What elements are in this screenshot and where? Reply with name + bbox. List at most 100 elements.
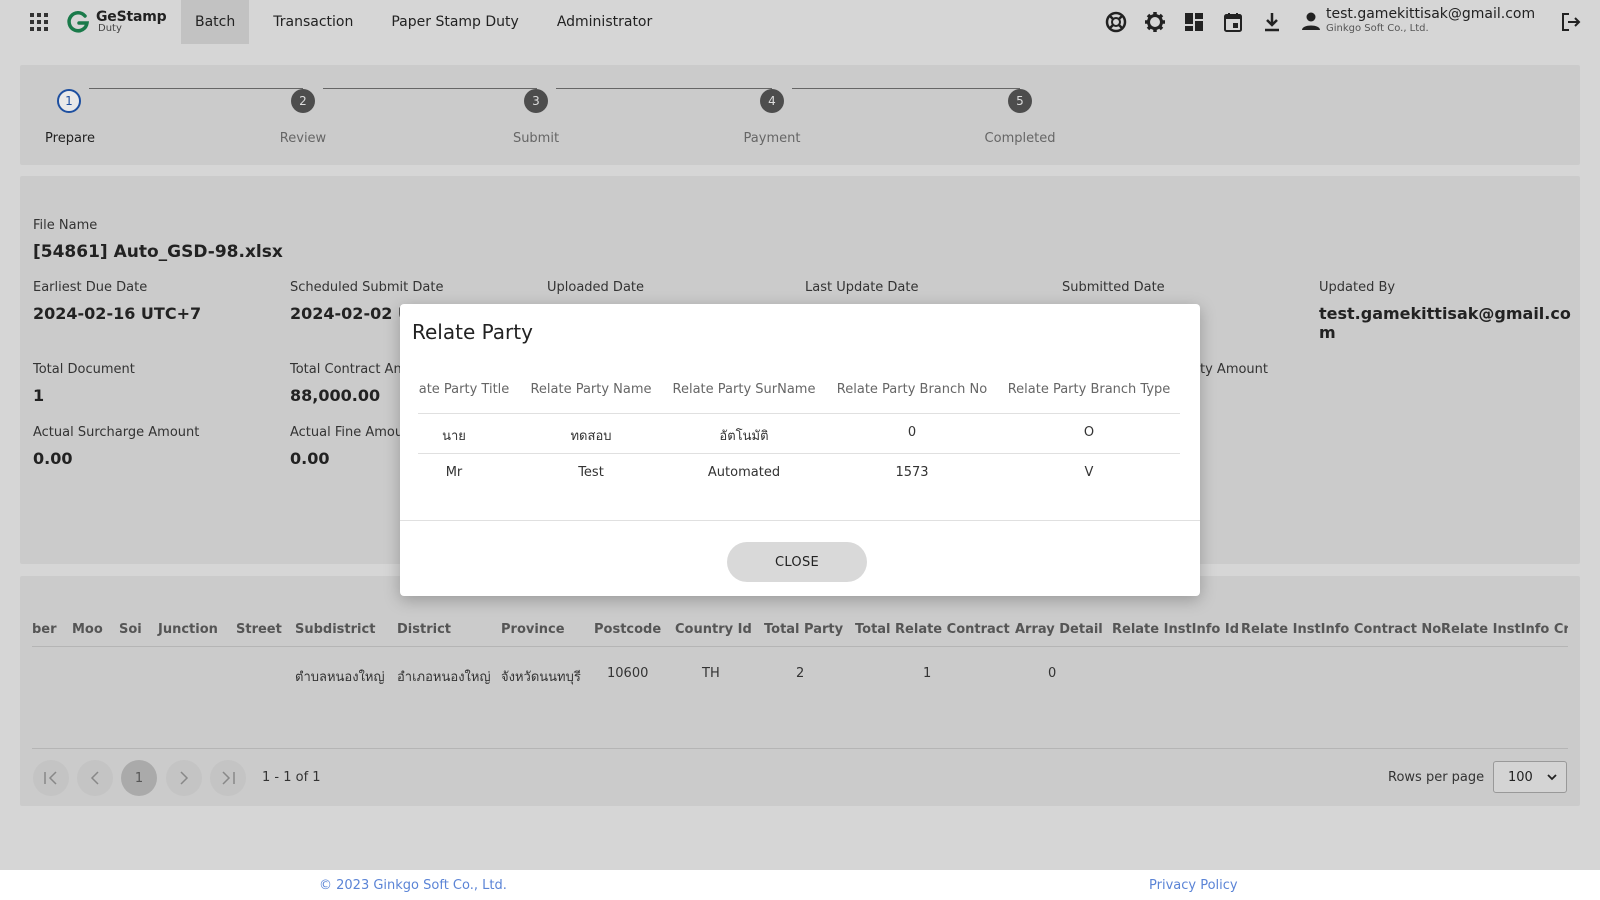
col-array-detail: Array Detail	[1015, 622, 1103, 637]
cell-party-surname: อัตโนมัติ	[719, 429, 769, 444]
col-district: District	[397, 622, 451, 637]
cell-party-name: Test	[578, 465, 604, 480]
col-moo: Moo	[72, 622, 103, 637]
duty-amount-label: ty Amount	[1200, 362, 1269, 377]
page-1-button[interactable]: 1	[121, 760, 157, 796]
earliest-due-date-value: 2024-02-16 UTC+7	[33, 304, 202, 323]
total-document-value: 1	[33, 386, 45, 405]
cell-party-branch-no: 1573	[895, 465, 929, 480]
support-icon[interactable]	[1104, 10, 1128, 34]
top-icons	[1104, 10, 1299, 34]
close-button[interactable]: CLOSE	[727, 542, 867, 582]
cell-subdistrict: ตำบลหนองใหญ่	[295, 670, 385, 685]
user-menu[interactable]: test.gamekittisak@gmail.com Ginkgo Soft …	[1300, 6, 1535, 34]
col-relate-party-branch-no: Relate Party Branch No	[836, 382, 988, 397]
actual-fine-value: 0.00	[290, 449, 330, 468]
col-relate-instinfo-contract-no: Relate InstInfo Contract No.	[1241, 622, 1447, 637]
step-3-label: Submit	[512, 131, 560, 146]
col-postcode: Postcode	[594, 622, 662, 637]
top-bar: GeStamp Duty Batch Transaction Paper Sta…	[0, 0, 1600, 44]
logo[interactable]: GeStamp Duty	[66, 6, 167, 38]
col-subdistrict: Subdistrict	[295, 622, 376, 637]
file-name-value: [54861] Auto_GSD-98.xlsx	[33, 242, 283, 262]
cell-party-surname: Automated	[707, 465, 781, 480]
col-junction: Junction	[158, 622, 218, 637]
step-4-label: Payment	[743, 131, 801, 146]
col-soi: Soi	[119, 622, 142, 637]
cell-party-title: Mr	[445, 465, 463, 480]
updated-by-value: test.gamekittisak@gmail.co	[1319, 304, 1571, 323]
file-name-label: File Name	[33, 218, 98, 233]
privacy-policy-link[interactable]: Privacy Policy	[1149, 878, 1238, 893]
col-relate-party-name: Relate Party Name	[530, 382, 652, 397]
first-page-button[interactable]	[33, 760, 69, 796]
cell-party-title: นาย	[442, 429, 466, 444]
pager-range: 1 - 1 of 1	[262, 770, 321, 785]
step-5-label: Completed	[984, 131, 1056, 146]
nav-paper-stamp-duty[interactable]: Paper Stamp Duty	[377, 0, 532, 44]
step-connector	[89, 88, 303, 89]
detail-table-panel: ber Moo Soi Junction Street Subdistrict …	[20, 576, 1580, 806]
user-icon	[1302, 12, 1320, 30]
step-1-label: Prepare	[45, 131, 95, 146]
col-relate-instinfo-cred: Relate InstInfo Cred	[1441, 622, 1568, 637]
scheduled-submit-date-label: Scheduled Submit Date	[290, 280, 444, 295]
copyright-text: © 2023 Ginkgo Soft Co., Ltd.	[319, 878, 507, 893]
step-2-circle: 2	[291, 89, 315, 113]
dialog-row-divider	[418, 453, 1180, 454]
nav-administrator[interactable]: Administrator	[543, 0, 666, 44]
cell-total-relate-contract: 1	[923, 666, 932, 681]
main-nav: Batch Transaction Paper Stamp Duty Admin…	[181, 0, 676, 44]
col-street: Street	[236, 622, 282, 637]
updated-by-label: Updated By	[1319, 280, 1396, 295]
dashboard-icon[interactable]	[1182, 10, 1206, 34]
total-contract-amount-value: 88,000.00	[290, 386, 381, 405]
actual-surcharge-label: Actual Surcharge Amount	[33, 425, 200, 440]
col-country-id: Country Id	[675, 622, 752, 637]
step-2-label: Review	[279, 131, 327, 146]
submitted-date-label: Submitted Date	[1062, 280, 1165, 295]
table-header-divider	[32, 646, 1568, 647]
col-total-party: Total Party	[764, 622, 844, 637]
table-footer-divider	[32, 748, 1568, 749]
cell-party-branch-no: 0	[907, 425, 917, 440]
actual-fine-label: Actual Fine Amou	[290, 425, 404, 440]
total-contract-amount-label: Total Contract An	[290, 362, 402, 377]
apps-grid-icon[interactable]	[30, 13, 48, 31]
cell-country-id: TH	[702, 666, 720, 681]
relate-party-dialog: Relate Party ate Party Title Relate Part…	[400, 304, 1200, 596]
col-province: Province	[501, 622, 565, 637]
calendar-icon[interactable]	[1221, 10, 1245, 34]
nav-batch[interactable]: Batch	[181, 0, 250, 44]
rows-per-page-value: 100	[1508, 770, 1533, 785]
cell-total-party: 2	[796, 666, 805, 681]
actual-surcharge-value: 0.00	[33, 449, 73, 468]
next-page-button[interactable]	[166, 760, 202, 796]
user-email: test.gamekittisak@gmail.com	[1326, 6, 1536, 22]
logo-main-text: GeStamp	[96, 9, 167, 25]
logout-icon[interactable]	[1560, 11, 1582, 33]
total-document-label: Total Document	[33, 362, 135, 377]
step-3-circle: 3	[524, 89, 548, 113]
cell-postcode: 10600	[607, 666, 649, 681]
cell-district: อำเภอหนองใหญ่	[397, 670, 491, 685]
col-relate-party-branch-type: Relate Party Branch Type	[1007, 382, 1171, 397]
earliest-due-date-label: Earliest Due Date	[33, 280, 148, 295]
uploaded-date-label: Uploaded Date	[547, 280, 645, 295]
last-page-button[interactable]	[210, 760, 246, 796]
stepper-panel: 1 Prepare 2 Review 3 Submit 4 Payment 5 …	[20, 65, 1580, 165]
cell-party-branch-type: V	[1084, 465, 1094, 480]
download-icon[interactable]	[1260, 10, 1284, 34]
cell-province: จังหวัดนนทบุรี	[501, 670, 581, 685]
prev-page-button[interactable]	[77, 760, 113, 796]
rows-per-page-select[interactable]: 100	[1493, 761, 1567, 793]
dialog-table-divider	[418, 413, 1180, 414]
col-total-relate-contract: Total Relate Contract	[855, 622, 1010, 637]
nav-transaction[interactable]: Transaction	[259, 0, 367, 44]
gear-icon[interactable]	[1143, 10, 1167, 34]
logo-sub-text: Duty	[98, 23, 122, 34]
rows-per-page-label: Rows per page	[1388, 770, 1485, 785]
user-company: Ginkgo Soft Co., Ltd.	[1326, 23, 1429, 34]
chevron-down-icon	[1547, 774, 1557, 781]
step-5-circle: 5	[1008, 89, 1032, 113]
